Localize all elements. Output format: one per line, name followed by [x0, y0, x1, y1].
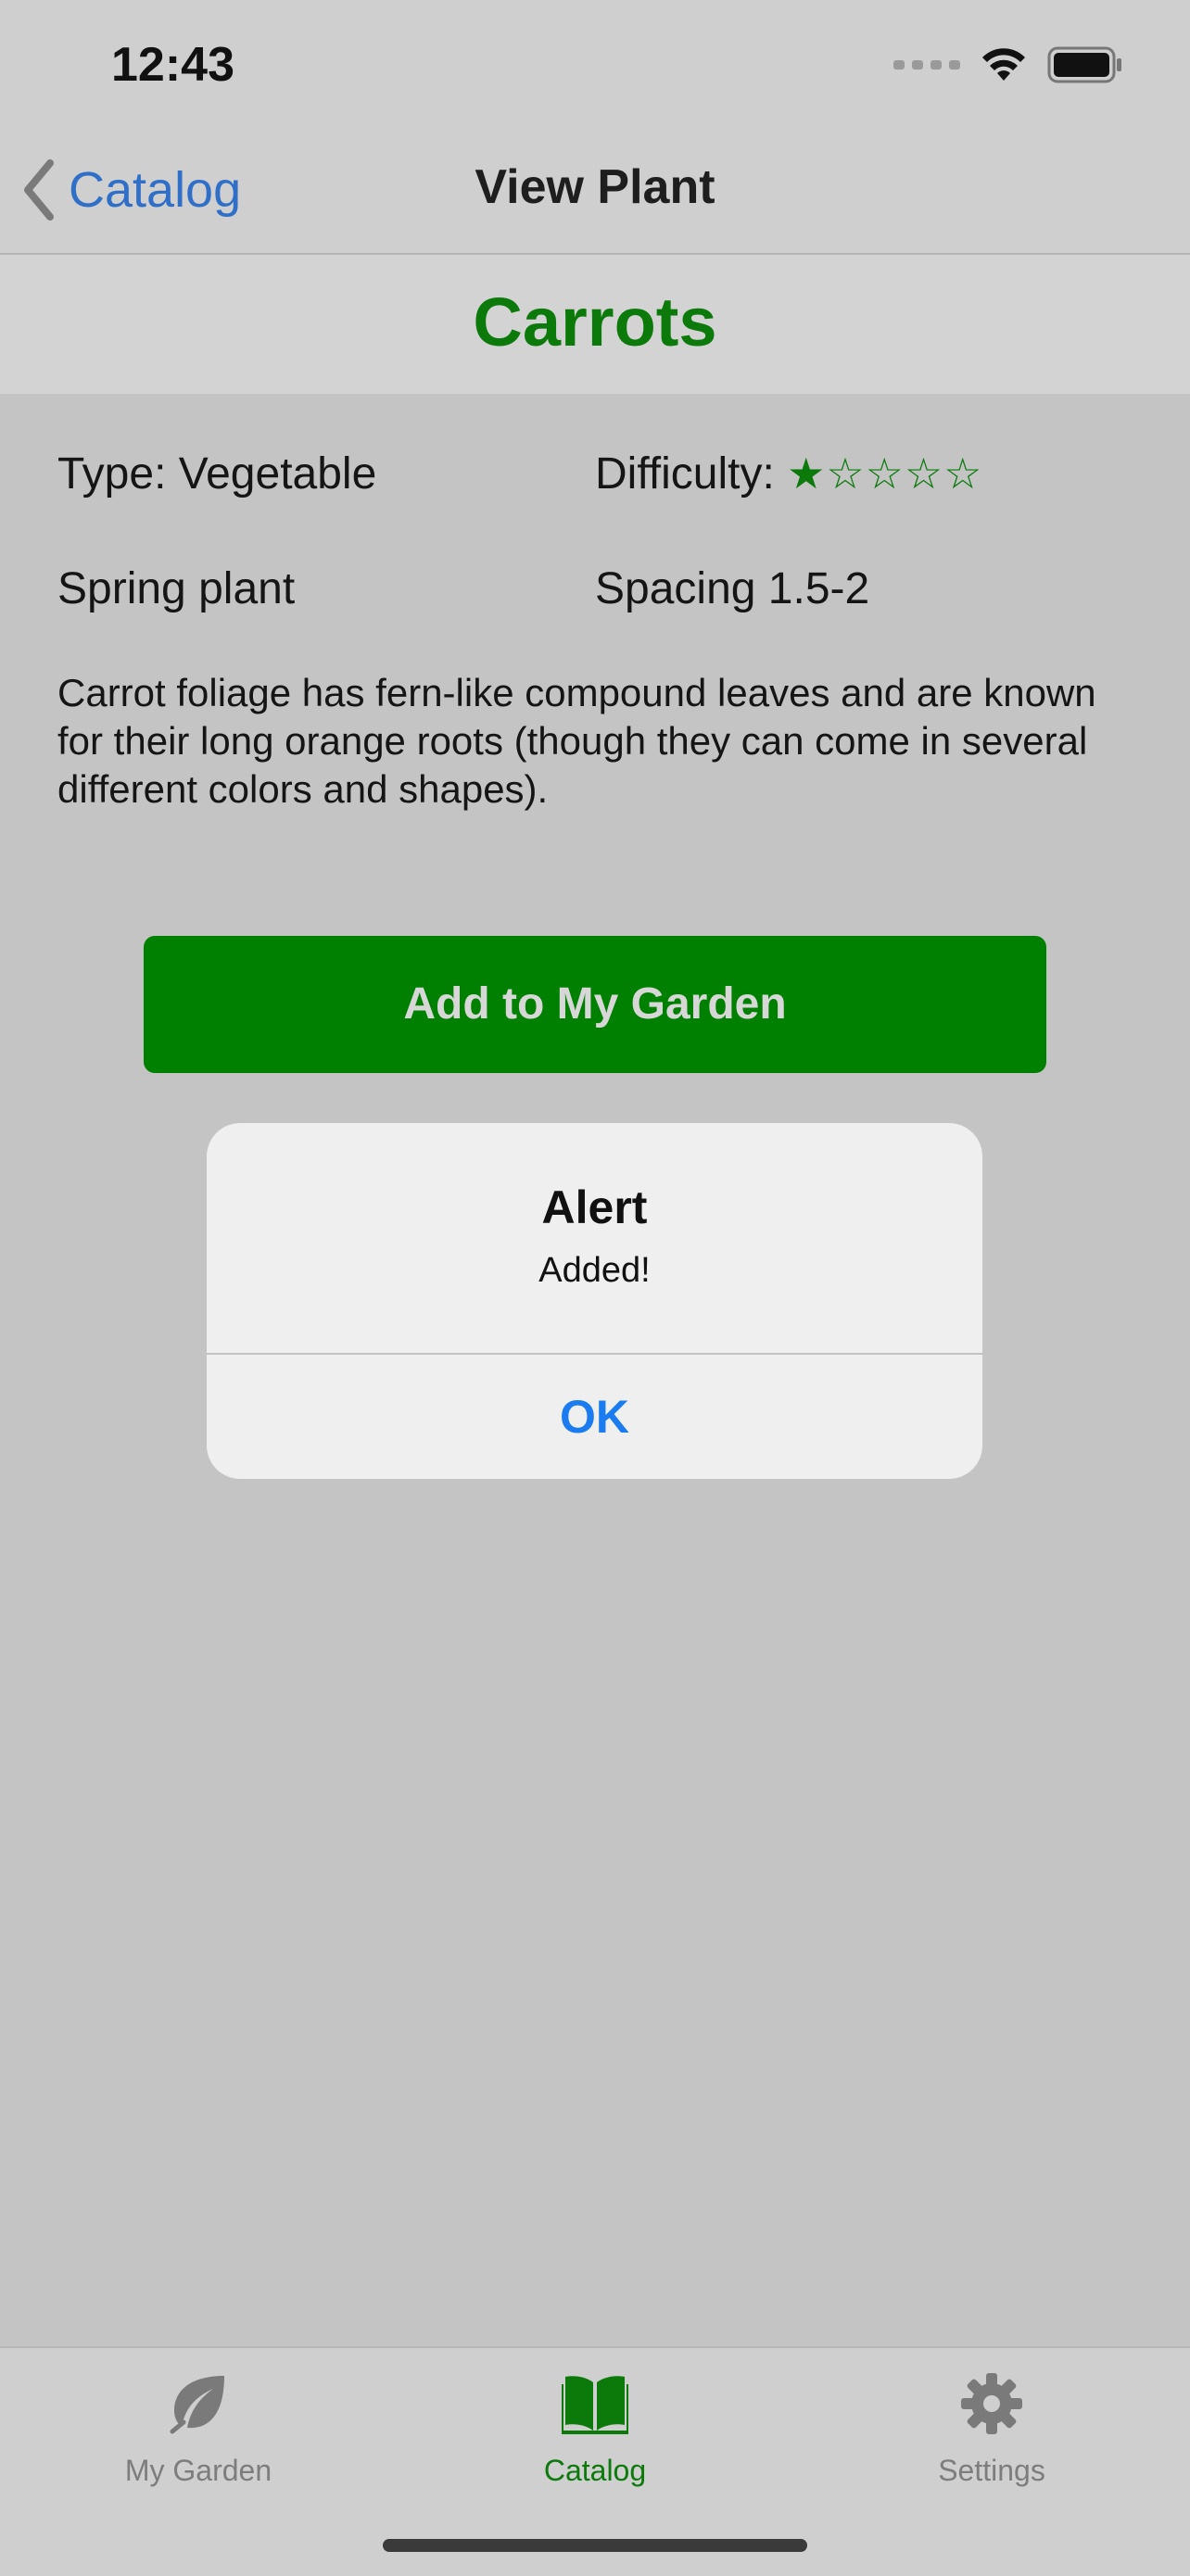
tab-catalog[interactable]: Catalog	[456, 2367, 734, 2488]
alert-message: Added!	[538, 1251, 651, 1290]
tab-label: Catalog	[543, 2454, 647, 2487]
plant-season: Spring plant	[57, 564, 296, 613]
tab-settings[interactable]: Settings	[853, 2367, 1131, 2488]
alert-dialog: Alert Added! OK	[207, 1123, 982, 1479]
tab-my-garden[interactable]: My Garden	[59, 2367, 337, 2488]
gear-icon	[853, 2367, 1131, 2441]
status-bar: 12:43	[0, 0, 1190, 139]
plant-header: Carrots	[0, 255, 1190, 394]
leaf-icon	[59, 2367, 337, 2441]
status-icons	[893, 46, 1123, 83]
plant-type: Type: Vegetable	[57, 449, 377, 499]
difficulty-label: Difficulty:	[595, 449, 775, 499]
wifi-icon	[982, 48, 1025, 81]
home-indicator[interactable]	[383, 2539, 807, 2552]
plant-name: Carrots	[473, 284, 717, 360]
navigation-bar: Catalog View Plant	[0, 139, 1190, 255]
book-icon	[456, 2367, 734, 2441]
tab-label: Settings	[938, 2454, 1045, 2487]
tab-label: My Garden	[124, 2454, 272, 2487]
page-title: View Plant	[475, 160, 715, 214]
add-to-garden-button[interactable]: Add to My Garden	[144, 936, 1046, 1073]
difficulty-row: Difficulty: ★☆☆☆☆	[595, 448, 982, 499]
alert-ok-button[interactable]: OK	[207, 1355, 982, 1479]
plant-description: Carrot foliage has fern-like compound le…	[57, 671, 1096, 811]
alert-title: Alert	[541, 1181, 648, 1233]
signal-icon	[893, 60, 960, 69]
plant-spacing: Spacing 1.5-2	[595, 564, 870, 613]
battery-icon	[1047, 46, 1121, 83]
difficulty-stars: ★☆☆☆☆	[787, 448, 983, 499]
status-time: 12:43	[111, 38, 234, 92]
